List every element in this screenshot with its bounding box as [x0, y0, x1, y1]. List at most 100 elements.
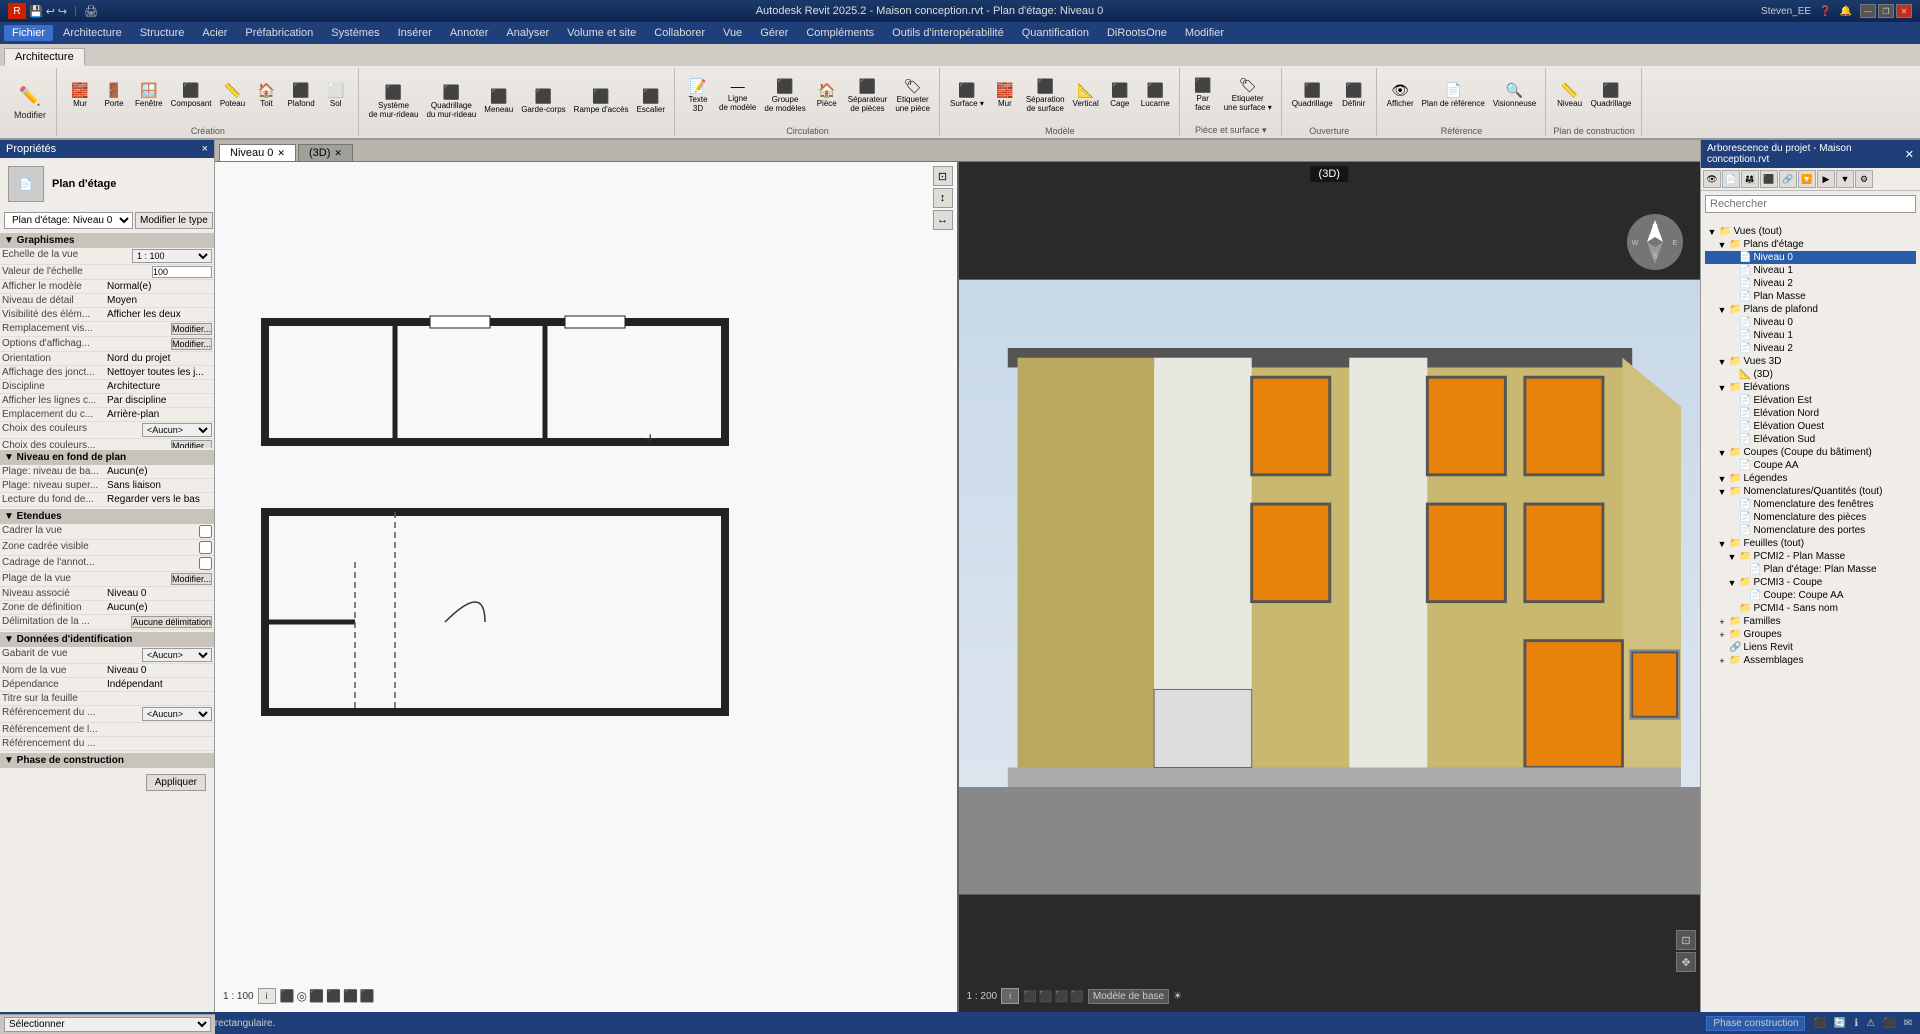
nav-icon4[interactable]: ⬛	[326, 989, 341, 1003]
cadrer-vue-check[interactable]	[199, 525, 212, 538]
menu-modifier[interactable]: Modifier	[1177, 25, 1232, 41]
close-3d-tab[interactable]: ✕	[334, 148, 342, 159]
tree-item-pcmi2[interactable]: ▼ 📁 PCMI2 - Plan Masse	[1705, 550, 1916, 563]
tree-item-niveau0[interactable]: 📄 Niveau 0	[1705, 251, 1916, 264]
ref-select[interactable]: <Aucun>	[142, 707, 212, 721]
nav-icon3[interactable]: ⬛	[309, 989, 324, 1003]
tree-item-nom-portes[interactable]: 📄 Nomenclature des portes	[1705, 524, 1916, 537]
ribbon-btn-rampe[interactable]: ⬛Rampe d'accès	[571, 87, 632, 116]
options-affichage-btn[interactable]: Modifier...	[171, 338, 212, 350]
ribbon-btn-lucarne[interactable]: ⬛Lucarne	[1138, 81, 1173, 110]
tree-item-niveau2[interactable]: 📄 Niveau 2	[1705, 277, 1916, 290]
tree-item-familles[interactable]: + 📁 Familles	[1705, 615, 1916, 628]
ribbon-btn-surface[interactable]: ⬛Surface ▾	[947, 81, 987, 110]
remplacement-btn[interactable]: Modifier...	[171, 323, 212, 335]
project-tree-close[interactable]: ✕	[1905, 148, 1914, 161]
ribbon-btn-plafond[interactable]: ⬛Plafond	[285, 81, 318, 110]
ribbon-btn-meneau[interactable]: ⬛Meneau	[481, 87, 516, 116]
ribbon-btn-separateur[interactable]: ⬛Séparateurde pièces	[845, 77, 891, 115]
cadrage-annot-check[interactable]	[199, 557, 212, 570]
tree-btn-filter[interactable]: 🔽	[1798, 170, 1816, 188]
ribbon-btn-quadrillage-mur[interactable]: ⬛Quadrillagedu mur-rideau	[423, 83, 479, 121]
nav-icon2[interactable]: ◎	[297, 989, 307, 1003]
3d-pan-btn[interactable]: ✥	[1676, 952, 1696, 972]
tree-item-plans-etage[interactable]: ▼ 📁 Plans d'étage	[1705, 238, 1916, 251]
section-phase[interactable]: ▼ Phase de construction	[0, 753, 214, 768]
status-icon-workset[interactable]: ⬛	[1813, 1018, 1825, 1029]
3d-nav1[interactable]: ⬛	[1023, 990, 1037, 1003]
status-icon-mail[interactable]: ✉	[1904, 1018, 1912, 1029]
ribbon-btn-modifier[interactable]: ✏️ Modifier	[10, 80, 50, 123]
ribbon-btn-systeme-mur[interactable]: ⬛Systèmede mur-rideau	[366, 83, 422, 121]
redo-icon[interactable]: ↪	[58, 5, 67, 18]
tree-item-vues-tout[interactable]: ▼ 📁 Vues (tout)	[1705, 225, 1916, 238]
ribbon-btn-separation[interactable]: ⬛Séparationde surface	[1023, 77, 1068, 115]
restore-btn[interactable]: ❐	[1878, 4, 1894, 18]
tree-item-niveau1[interactable]: 📄 Niveau 1	[1705, 264, 1916, 277]
ribbon-btn-etiqueter-surface[interactable]: 🏷Etiqueterune surface ▾	[1221, 76, 1275, 114]
ribbon-btn-par-face[interactable]: ⬛Parface	[1187, 76, 1219, 114]
section-etendues[interactable]: ▼ Etendues	[0, 509, 214, 524]
print-icon[interactable]: 🖨	[84, 5, 98, 18]
plan-niveau-select[interactable]: Plan d'étage: Niveau 0	[4, 212, 133, 229]
menu-quant[interactable]: Quantification	[1014, 25, 1097, 41]
3d-sun-icon[interactable]: ☀	[1173, 991, 1182, 1002]
nav-icon5[interactable]: ⬛	[343, 989, 358, 1003]
minimize-btn[interactable]: —	[1860, 4, 1876, 18]
tree-item-plafond-n1[interactable]: 📄 Niveau 1	[1705, 329, 1916, 342]
tree-btn-expand[interactable]: ▶	[1817, 170, 1835, 188]
menu-systemes[interactable]: Systèmes	[323, 25, 387, 41]
ribbon-btn-vertical[interactable]: 📐Vertical	[1070, 81, 1102, 110]
tree-item-legendes[interactable]: ▼ 📁 Légendes	[1705, 472, 1916, 485]
section-niveau-fond[interactable]: ▼ Niveau en fond de plan	[0, 450, 214, 465]
status-icon-sync[interactable]: 🔄	[1834, 1018, 1846, 1029]
ribbon-btn-cage[interactable]: ⬛Cage	[1104, 81, 1136, 110]
menu-prefab[interactable]: Préfabrication	[237, 25, 321, 41]
ribbon-btn-poteau[interactable]: 📏Poteau	[217, 81, 249, 110]
undo-icon[interactable]: ↩	[46, 5, 55, 18]
echelle-select[interactable]: 1 : 100	[132, 249, 212, 263]
ribbon-btn-porte[interactable]: 🚪Porte	[98, 81, 130, 110]
compass-widget[interactable]: N S W E	[1625, 212, 1685, 272]
tab-architecture[interactable]: Architecture	[4, 48, 85, 66]
valeur-echelle-input[interactable]	[152, 266, 212, 278]
tree-item-elev-est[interactable]: 📄 Elévation Est	[1705, 394, 1916, 407]
ribbon-btn-niveau[interactable]: 📏Niveau	[1554, 81, 1586, 110]
tree-btn-groups[interactable]: ⬛	[1760, 170, 1778, 188]
appliquer-btn[interactable]: Appliquer	[146, 774, 206, 791]
tree-item-plan-masse[interactable]: 📄 Plan Masse	[1705, 290, 1916, 303]
ribbon-btn-afficher[interactable]: 👁Afficher	[1384, 81, 1417, 110]
ribbon-btn-piece[interactable]: 🏠Pièce	[811, 81, 843, 110]
ribbon-btn-garde-corps[interactable]: ⬛Garde-corps	[518, 87, 568, 116]
3d-nav3[interactable]: ⬛	[1055, 990, 1069, 1003]
menu-volume[interactable]: Volume et site	[559, 25, 644, 41]
status-icon-error[interactable]: ⬛	[1883, 1018, 1895, 1029]
plage-vue-btn[interactable]: Modifier...	[171, 573, 212, 585]
tree-item-nomenclatures[interactable]: ▼ 📁 Nomenclatures/Quantités (tout)	[1705, 485, 1916, 498]
app-menu[interactable]: R	[8, 3, 26, 19]
ribbon-btn-etiqueter-piece[interactable]: 🏷Etiqueterune pièce	[892, 77, 933, 115]
tree-btn-links[interactable]: 🔗	[1779, 170, 1797, 188]
nav-icon1[interactable]: ⬛	[280, 989, 295, 1003]
tree-item-pcmi3[interactable]: ▼ 📁 PCMI3 - Coupe	[1705, 576, 1916, 589]
menu-acier[interactable]: Acier	[194, 25, 235, 41]
close-niveau0-tab[interactable]: ✕	[277, 148, 285, 159]
menu-complements[interactable]: Compléments	[798, 25, 882, 41]
zoom-to-fit-btn[interactable]: ⊡	[933, 166, 953, 186]
menu-vue[interactable]: Vue	[715, 25, 750, 41]
tree-item-coupe-aa[interactable]: 📄 Coupe AA	[1705, 459, 1916, 472]
tree-item-liens-revit[interactable]: 🔗 Liens Revit	[1705, 641, 1916, 654]
ribbon-btn-mur2[interactable]: 🧱Mur	[989, 81, 1021, 110]
tree-item-elev-nord[interactable]: 📄 Elévation Nord	[1705, 407, 1916, 420]
menu-gerer[interactable]: Gérer	[752, 25, 796, 41]
viewport-3d[interactable]: (3D) N S W E ⊡ ✥	[959, 162, 1701, 1012]
ribbon-btn-definir[interactable]: ⬛Définir	[1338, 81, 1370, 110]
ribbon-btn-quadrillage2[interactable]: ⬛Quadrillage	[1588, 81, 1635, 110]
tree-item-feuilles[interactable]: ▼ 📁 Feuilles (tout)	[1705, 537, 1916, 550]
status-icon-info[interactable]: ℹ	[1854, 1018, 1858, 1029]
zone-cadree-check[interactable]	[199, 541, 212, 554]
tree-item-plan-masse-sheet[interactable]: 📄 Plan d'étage: Plan Masse	[1705, 563, 1916, 576]
tree-item-elev-ouest[interactable]: 📄 Elévation Ouest	[1705, 420, 1916, 433]
tree-btn-collapse[interactable]: ▼	[1836, 170, 1854, 188]
gabarit-select[interactable]: <Aucun>	[142, 648, 212, 662]
